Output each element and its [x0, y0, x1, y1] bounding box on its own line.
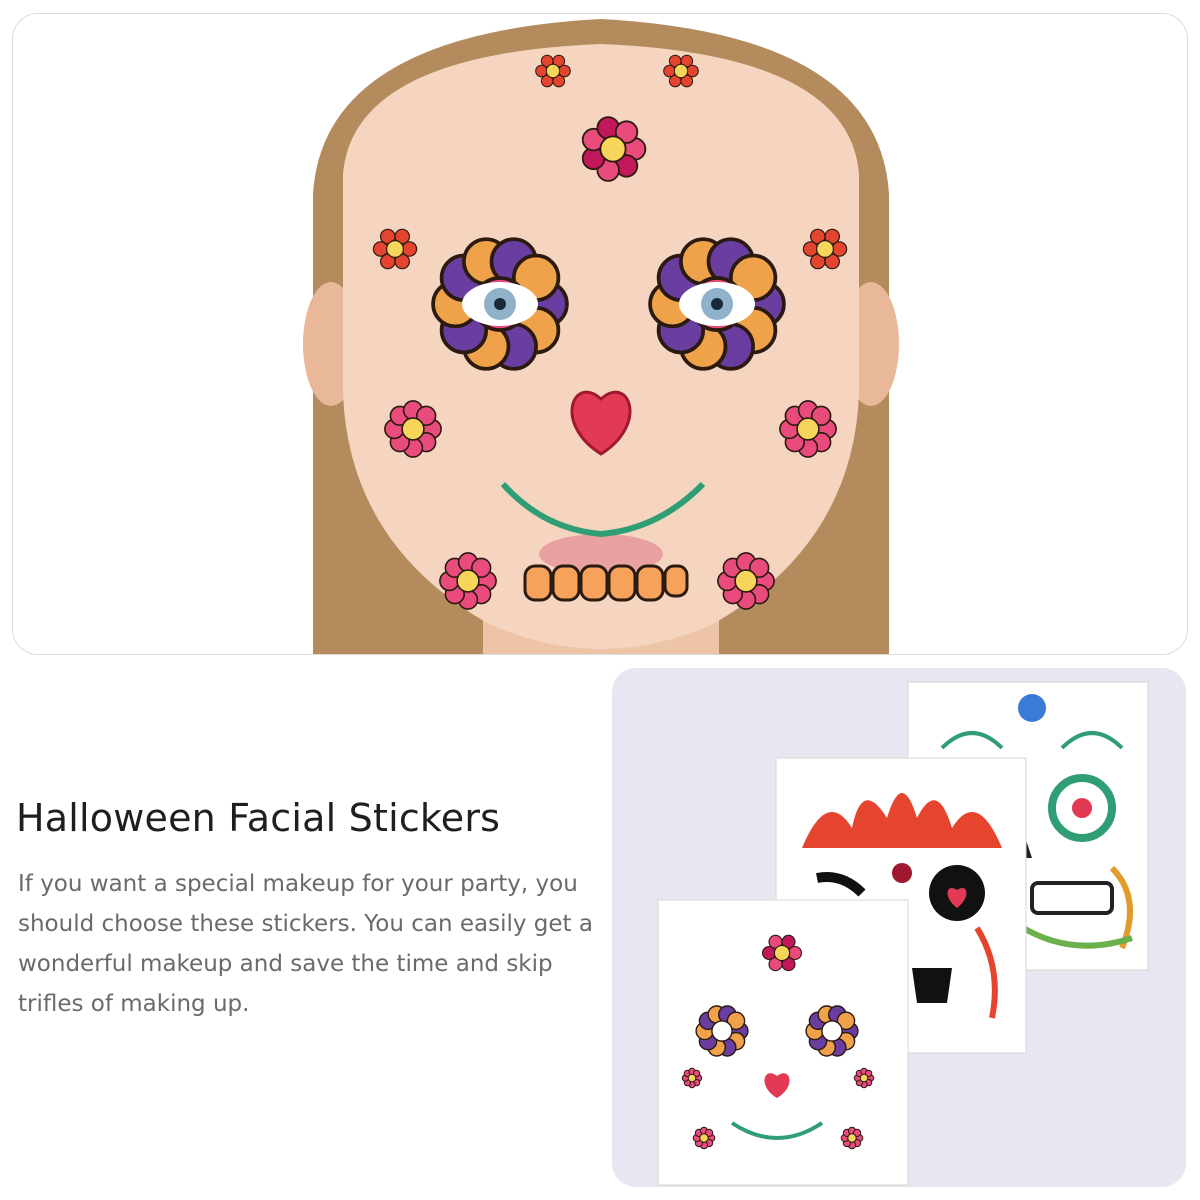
face-photo-card [12, 13, 1188, 655]
painted-teeth [523, 564, 689, 602]
left-eye [462, 282, 538, 326]
sheet-left-eye-flower [695, 1005, 749, 1057]
product-description: If you want a special makeup for your pa… [18, 871, 593, 1017]
sheet-right-chin-flower [840, 1126, 864, 1150]
product-title: Halloween Facial Stickers [16, 796, 501, 840]
right-cheek-flower [779, 400, 837, 458]
left-chin-flower [439, 552, 497, 610]
right-eye [679, 282, 755, 326]
sheet-right-eye-flower [805, 1005, 859, 1057]
sheet-left-chin-flower [692, 1126, 716, 1150]
sheet-right-cheek-flower [853, 1067, 875, 1089]
floral-sugar-skull-sheet [657, 899, 909, 1186]
sheet-left-cheek-flower [681, 1067, 703, 1089]
sticker-sheets-photo [657, 681, 1149, 1186]
face-photo [303, 19, 899, 654]
right-chin-flower [717, 552, 775, 610]
left-cheek-flower [384, 400, 442, 458]
sticker-sheets-card [612, 668, 1186, 1187]
